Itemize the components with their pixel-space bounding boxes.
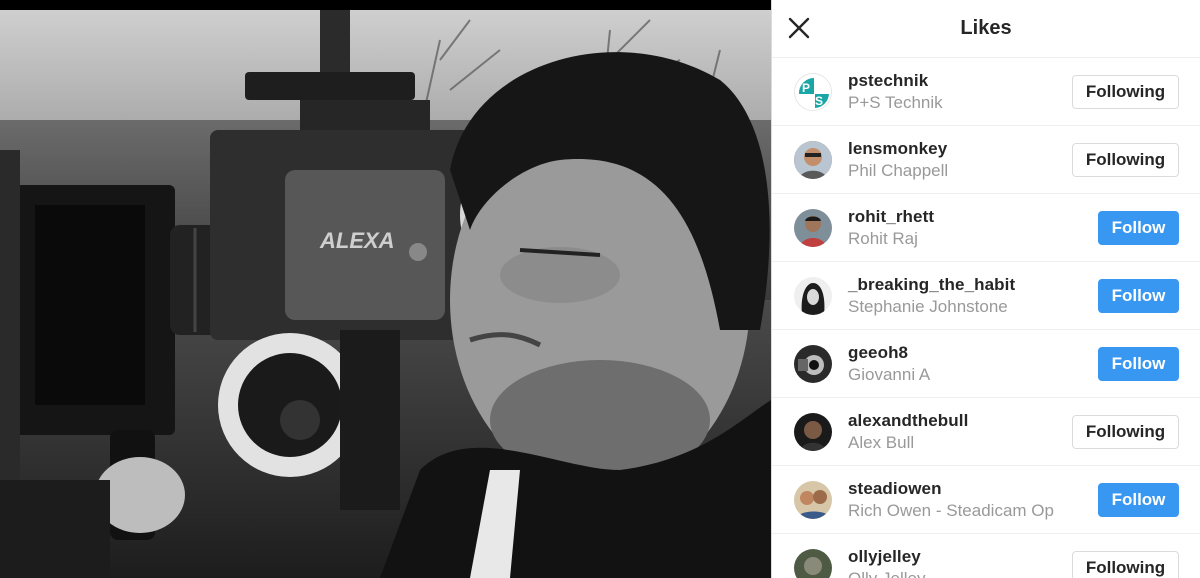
- username[interactable]: steadiowen: [848, 478, 1098, 499]
- svg-text:S: S: [815, 94, 823, 108]
- like-names: pstechnik P+S Technik: [848, 70, 1072, 114]
- following-button[interactable]: Following: [1072, 550, 1179, 578]
- following-button[interactable]: Following: [1072, 414, 1179, 449]
- username[interactable]: lensmonkey: [848, 138, 1072, 159]
- full-name: Phil Chappell: [848, 161, 949, 180]
- like-names: steadiowen Rich Owen - Steadicam Op: [848, 478, 1098, 522]
- avatar[interactable]: [794, 208, 832, 247]
- person-avatar-icon: [794, 480, 832, 519]
- full-name: Alex Bull: [848, 433, 915, 452]
- person-avatar-icon: [794, 548, 832, 578]
- camera-operator-illustration: ALEXA: [0, 10, 771, 578]
- like-row: alexandthebull Alex Bull Following: [772, 398, 1200, 466]
- username[interactable]: pstechnik: [848, 70, 1072, 91]
- likes-header: Likes: [772, 0, 1200, 58]
- close-icon[interactable]: [786, 15, 812, 41]
- person-avatar-icon: [794, 208, 832, 247]
- username[interactable]: ollyjelley: [848, 546, 1072, 567]
- avatar[interactable]: P S: [794, 72, 832, 111]
- username[interactable]: alexandthebull: [848, 410, 1072, 431]
- full-name: Rich Owen - Steadicam Op: [848, 501, 1054, 520]
- follow-button[interactable]: Follow: [1098, 482, 1179, 517]
- like-names: lensmonkey Phil Chappell: [848, 138, 1072, 182]
- likes-panel: Likes P S pstechnik P+S Technik Followin…: [771, 0, 1200, 578]
- following-button[interactable]: Following: [1072, 142, 1179, 177]
- person-avatar-icon: [794, 344, 832, 383]
- follow-button[interactable]: Follow: [1098, 278, 1179, 313]
- username[interactable]: rohit_rhett: [848, 206, 1098, 227]
- avatar[interactable]: [794, 480, 832, 519]
- like-row: ollyjelley Olly Jelley Following: [772, 534, 1200, 578]
- person-avatar-icon: [794, 140, 832, 179]
- full-name: P+S Technik: [848, 93, 943, 112]
- like-names: alexandthebull Alex Bull: [848, 410, 1072, 454]
- full-name: Rohit Raj: [848, 229, 918, 248]
- full-name: Giovanni A: [848, 365, 931, 384]
- avatar[interactable]: [794, 276, 832, 315]
- svg-text:ALEXA: ALEXA: [319, 228, 395, 253]
- likes-list[interactable]: P S pstechnik P+S Technik Following lens…: [772, 58, 1200, 578]
- full-name: Olly Jelley: [848, 568, 1072, 578]
- follow-button[interactable]: Follow: [1098, 346, 1179, 381]
- like-names: ollyjelley Olly Jelley: [848, 546, 1072, 578]
- like-row: P S pstechnik P+S Technik Following: [772, 58, 1200, 126]
- avatar[interactable]: [794, 548, 832, 578]
- close-button[interactable]: [786, 15, 812, 41]
- like-row: lensmonkey Phil Chappell Following: [772, 126, 1200, 194]
- post-photo: ALEXA: [0, 0, 771, 578]
- person-avatar-icon: [794, 276, 832, 315]
- like-names: _breaking_the_habit Stephanie Johnstone: [848, 274, 1098, 318]
- like-row: _breaking_the_habit Stephanie Johnstone …: [772, 262, 1200, 330]
- avatar[interactable]: [794, 344, 832, 383]
- avatar[interactable]: [794, 412, 832, 451]
- svg-text:P: P: [802, 81, 810, 95]
- follow-button[interactable]: Follow: [1098, 210, 1179, 245]
- instagram-post-viewer: ALEXA Likes P S pstechnik P+S Technik Fo…: [0, 0, 1200, 578]
- person-avatar-icon: [794, 412, 832, 451]
- full-name: Stephanie Johnstone: [848, 297, 1008, 316]
- like-names: rohit_rhett Rohit Raj: [848, 206, 1098, 250]
- username[interactable]: geeoh8: [848, 342, 1098, 363]
- ps-logo-icon: P S: [796, 74, 831, 110]
- like-names: geeoh8 Giovanni A: [848, 342, 1098, 386]
- avatar[interactable]: [794, 140, 832, 179]
- like-row: rohit_rhett Rohit Raj Follow: [772, 194, 1200, 262]
- following-button[interactable]: Following: [1072, 74, 1179, 109]
- like-row: geeoh8 Giovanni A Follow: [772, 330, 1200, 398]
- like-row: steadiowen Rich Owen - Steadicam Op Foll…: [772, 466, 1200, 534]
- username[interactable]: _breaking_the_habit: [848, 274, 1098, 295]
- likes-title: Likes: [960, 17, 1012, 39]
